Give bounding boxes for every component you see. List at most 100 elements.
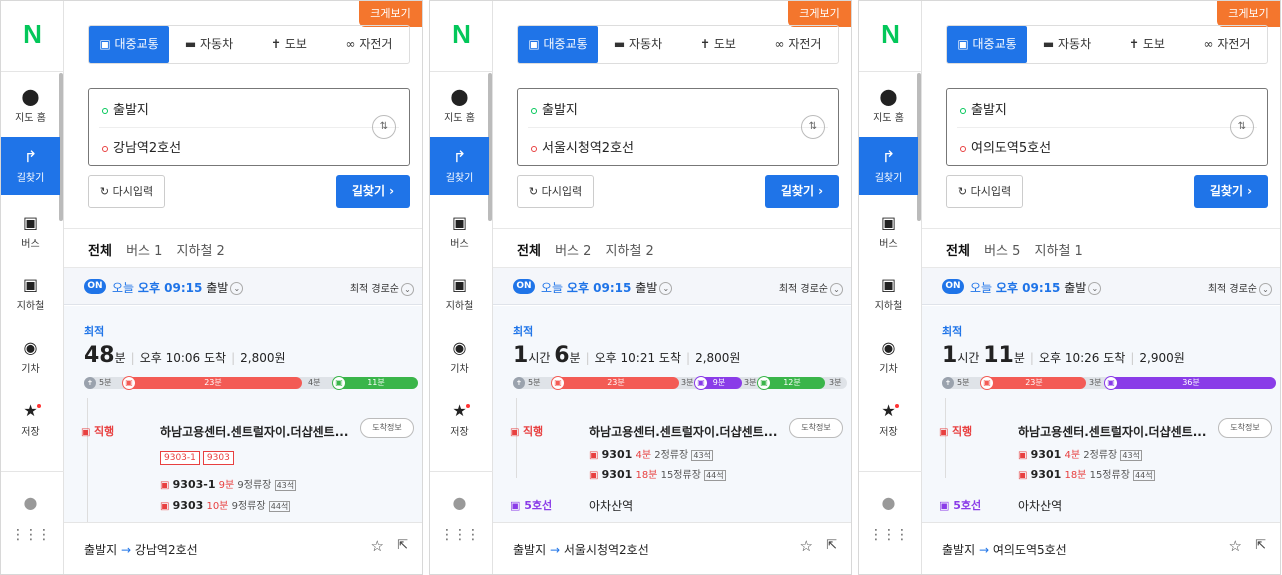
arrival-info-button[interactable]: 도착정보 <box>360 418 414 438</box>
tab-transit[interactable]: ▣ 대중교통 <box>947 26 1027 63</box>
on-toggle[interactable]: ON <box>942 279 964 294</box>
bus-icon: ▣ <box>939 427 952 438</box>
share-icon[interactable]: ⇱ <box>1255 538 1266 553</box>
user-icon[interactable]: ● <box>430 493 489 512</box>
destination-field[interactable]: 강남역2호선 <box>102 137 181 156</box>
big-view-button[interactable]: 크게보기 <box>359 1 422 27</box>
sort-dropdown[interactable]: 최적 경로순 ⌄ <box>1208 280 1272 296</box>
tab-bus[interactable]: 버스 1 <box>126 244 162 259</box>
departure-time[interactable]: 오늘 오후 09:15 출발 ⌄ <box>541 279 673 296</box>
sidebar-item-subway[interactable]: ▣ 지하철 <box>430 275 489 317</box>
departure-time[interactable]: 오늘 오후 09:15 출발 ⌄ <box>112 279 244 296</box>
tab-car[interactable]: ▬ 자동차 <box>169 26 249 63</box>
tab-subway[interactable]: 지하철 2 <box>606 244 654 259</box>
star-icon[interactable]: ☆ <box>800 537 813 555</box>
bus-chip[interactable]: 9303 <box>202 451 234 465</box>
sidebar-item-map-home[interactable]: ⬤ 지도 홈 <box>859 87 918 133</box>
sort-dropdown[interactable]: 최적 경로순 ⌄ <box>350 280 414 296</box>
tab-bike[interactable]: ∞ 자전거 <box>758 26 838 63</box>
reset-button[interactable]: ↻ 다시입력 <box>946 175 1023 208</box>
tab-bike[interactable]: ∞ 자전거 <box>1187 26 1267 63</box>
user-icon[interactable]: ● <box>859 493 918 512</box>
reset-button[interactable]: ↻ 다시입력 <box>517 175 594 208</box>
sort-dropdown[interactable]: 최적 경로순 ⌄ <box>779 280 843 296</box>
search-button[interactable]: 길찾기 › <box>336 175 410 208</box>
tab-bus[interactable]: 버스 2 <box>555 244 591 259</box>
sidebar-item-directions[interactable]: ↱ 길찾기 <box>1 137 60 195</box>
origin-field[interactable]: 출발지 <box>531 99 578 118</box>
naver-logo[interactable]: N <box>1 19 64 50</box>
sidebar-item-bus[interactable]: ▣ 버스 <box>859 213 918 255</box>
tab-subway[interactable]: 지하철 1 <box>1035 244 1083 259</box>
sidebar-item-map-home[interactable]: ⬤ 지도 홈 <box>430 87 489 133</box>
route-input-box: 출발지 강남역2호선 ⇅ <box>88 88 410 166</box>
sidebar-item-directions[interactable]: ↱ 길찾기 <box>859 137 918 195</box>
naver-logo[interactable]: N <box>430 19 493 50</box>
swap-icon[interactable]: ⇅ <box>1230 115 1254 139</box>
subway-icon: ▣ <box>451 275 468 294</box>
user-icon[interactable]: ● <box>1 493 60 512</box>
big-view-button[interactable]: 크게보기 <box>1217 1 1280 27</box>
sidebar-item-train[interactable]: ◉ 기차 <box>1 338 60 380</box>
star-icon[interactable]: ☆ <box>1229 537 1242 555</box>
sidebar-item-saved[interactable]: ★ 저장 <box>859 401 918 443</box>
tab-subway[interactable]: 지하철 2 <box>177 244 225 259</box>
big-view-button[interactable]: 크게보기 <box>788 1 851 27</box>
sidebar-item-subway[interactable]: ▣ 지하철 <box>1 275 60 317</box>
sidebar-item-train[interactable]: ◉ 기차 <box>859 338 918 380</box>
sidebar-item-bus[interactable]: ▣ 버스 <box>430 213 489 255</box>
search-button[interactable]: 길찾기 › <box>765 175 839 208</box>
bus-chip[interactable]: 9303-1 <box>160 451 200 465</box>
tab-bike[interactable]: ∞ 자전거 <box>329 26 409 63</box>
tab-all[interactable]: 전체 <box>517 244 541 259</box>
swap-icon[interactable]: ⇅ <box>801 115 825 139</box>
sidebar-item-saved[interactable]: ★ 저장 <box>1 401 60 443</box>
route-result-card[interactable]: 최적 1시간 11분 | 오후 10:26 도착 | 2,900원 ✝ 5분 23분 ▣… <box>922 306 1280 522</box>
sidebar-item-train[interactable]: ◉ 기차 <box>430 338 489 380</box>
stop-name: 하남고용센터.센트럴자이.더샵센트... <box>1018 425 1207 439</box>
grid-menu-icon[interactable]: ⋮⋮⋮ <box>430 527 489 543</box>
route-result-card[interactable]: 최적 48분 | 오후 10:06 도착 | 2,800원 ✝ 5분 23분 ▣ 4분 … <box>64 306 422 522</box>
tab-bus[interactable]: 버스 5 <box>984 244 1020 259</box>
destination-field[interactable]: 서울시청역2호선 <box>531 137 634 156</box>
search-button[interactable]: 길찾기 › <box>1194 175 1268 208</box>
chevron-down-icon: ⌄ <box>1088 282 1102 295</box>
grid-menu-icon[interactable]: ⋮⋮⋮ <box>859 527 918 543</box>
tab-all[interactable]: 전체 <box>88 244 112 259</box>
sidebar-item-bus[interactable]: ▣ 버스 <box>1 213 60 255</box>
tab-walk[interactable]: ✝ 도보 <box>249 26 329 63</box>
sidebar-item-directions[interactable]: ↱ 길찾기 <box>430 137 489 195</box>
departure-time[interactable]: 오늘 오후 09:15 출발 ⌄ <box>970 279 1102 296</box>
step-direct-bus: ▣ 직행 <box>81 425 115 438</box>
tab-car[interactable]: ▬ 자동차 <box>598 26 678 63</box>
share-icon[interactable]: ⇱ <box>826 538 837 553</box>
refresh-icon: ↻ <box>957 185 971 198</box>
route-result-card[interactable]: 최적 1시간 6분 | 오후 10:21 도착 | 2,800원 ✝ 5분 23분 ▣ … <box>493 306 851 522</box>
share-icon[interactable]: ⇱ <box>397 538 408 553</box>
origin-field[interactable]: 출발지 <box>960 99 1007 118</box>
reset-button[interactable]: ↻ 다시입력 <box>88 175 165 208</box>
naver-logo[interactable]: N <box>859 19 922 50</box>
star-icon[interactable]: ☆ <box>371 537 384 555</box>
grid-menu-icon[interactable]: ⋮⋮⋮ <box>1 527 60 543</box>
destination-field[interactable]: 여의도역5호선 <box>960 137 1051 156</box>
tab-walk[interactable]: ✝ 도보 <box>678 26 758 63</box>
tab-car[interactable]: ▬ 자동차 <box>1027 26 1107 63</box>
origin-field[interactable]: 출발지 <box>102 99 149 118</box>
sidebar-item-saved[interactable]: ★ 저장 <box>430 401 489 443</box>
tab-transit[interactable]: ▣ 대중교통 <box>89 26 169 63</box>
tab-walk[interactable]: ✝ 도보 <box>1107 26 1187 63</box>
sidebar-item-subway[interactable]: ▣ 지하철 <box>859 275 918 317</box>
arrival-info-button[interactable]: 도착정보 <box>789 418 843 438</box>
tab-transit[interactable]: ▣ 대중교통 <box>518 26 598 63</box>
sidebar-item-map-home[interactable]: ⬤ 지도 홈 <box>1 87 60 133</box>
on-toggle[interactable]: ON <box>84 279 106 294</box>
transport-mode-tabs: ▣ 대중교통 ▬ 자동차 ✝ 도보 ∞ 자전거 <box>88 25 410 64</box>
arrival-info-button[interactable]: 도착정보 <box>1218 418 1272 438</box>
swap-icon[interactable]: ⇅ <box>372 115 396 139</box>
subway-icon: ▣ <box>694 376 708 390</box>
on-toggle[interactable]: ON <box>513 279 535 294</box>
tab-all[interactable]: 전체 <box>946 244 970 259</box>
walk-icon: ✝ <box>942 377 954 389</box>
directions-icon: ↱ <box>23 147 38 166</box>
